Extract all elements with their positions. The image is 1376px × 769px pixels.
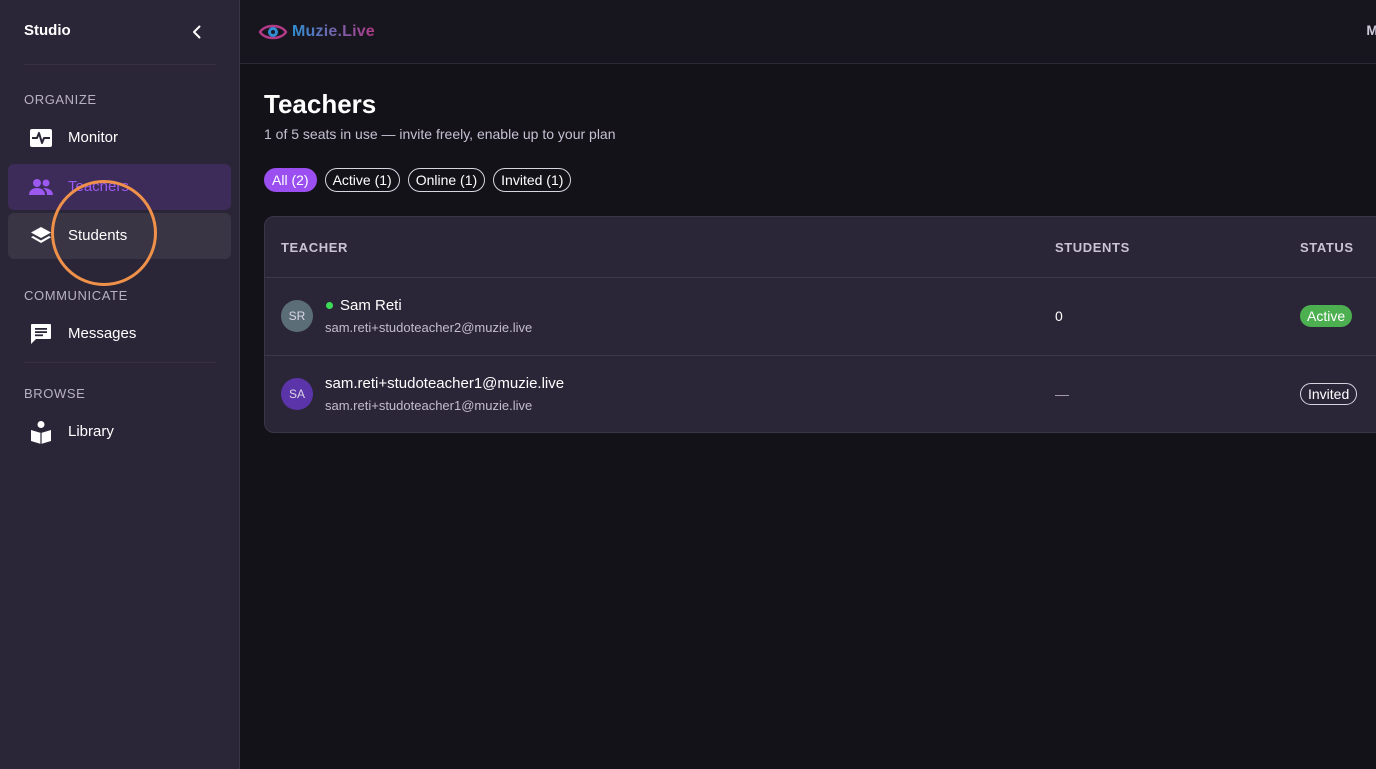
status-badge: Invited [1300,383,1358,405]
sidebar-header: Studio [0,0,239,64]
section-communicate: COMMUNICATE [24,288,128,303]
eye-logo-icon [258,24,288,40]
status-badge: Active [1300,305,1353,327]
sidebar-item-label: Messages [68,325,137,342]
sidebar-item-label: Monitor [68,129,119,146]
student-count: — [1055,386,1069,402]
layers-icon [28,224,54,248]
avatar: SA [281,378,313,410]
topbar-truncated-text: M [1366,22,1376,38]
teacher-name: sam.reti+studoteacher1@muzie.live [325,375,565,392]
online-status-dot [326,302,333,309]
section-organize: ORGANIZE [24,92,97,107]
avatar: SR [281,300,313,332]
collapse-sidebar-button[interactable] [186,20,208,44]
page-title: Teachers [264,89,377,119]
monitor-heartbeat-icon [28,126,54,150]
table-row[interactable]: SR Sam Reti sam.reti+studoteacher2@muzie… [265,278,1376,355]
filter-all[interactable]: All (2) [264,168,317,192]
divider [24,362,216,363]
sidebar-item-label: Library [68,423,114,440]
table-row[interactable]: SA sam.reti+studoteacher1@muzie.live sam… [265,356,1376,432]
teachers-table: TEACHER STUDENTS STATUS SR Sam Reti sam.… [264,216,1376,433]
chat-icon [28,322,54,346]
filter-invited[interactable]: Invited (1) [493,168,572,192]
column-header-students: STUDENTS [1055,240,1130,255]
sidebar-item-students[interactable]: Students [8,213,231,259]
student-count: 0 [1055,308,1063,324]
sidebar: Studio ORGANIZE Monitor Teachers Student… [0,0,240,769]
reader-book-icon [28,420,54,444]
top-bar: Muzie.Live M [240,0,1376,64]
page-subtitle: 1 of 5 seats in use — invite freely, ena… [264,126,616,142]
sidebar-item-library[interactable]: Library [8,409,231,455]
teacher-email: sam.reti+studoteacher2@muzie.live [325,320,533,335]
section-browse: BROWSE [24,386,86,401]
brand-name: Muzie.Live [292,23,375,40]
teacher-email: sam.reti+studoteacher1@muzie.live [325,398,533,413]
filter-chips: All (2) Active (1) Online (1) Invited (1… [264,168,572,192]
teacher-name: Sam Reti [340,297,402,314]
chevron-left-icon [193,25,201,39]
sidebar-item-label: Teachers [68,178,129,195]
people-icon [28,175,54,199]
sidebar-item-teachers[interactable]: Teachers [8,164,231,210]
filter-online[interactable]: Online (1) [407,168,486,192]
sidebar-item-label: Students [68,227,128,244]
brand-logo[interactable]: Muzie.Live [258,18,375,46]
sidebar-title: Studio [24,22,71,39]
filter-active[interactable]: Active (1) [324,168,400,192]
sidebar-item-monitor[interactable]: Monitor [8,115,231,161]
column-header-status: STATUS [1300,240,1354,255]
column-header-teacher: TEACHER [281,240,349,255]
divider [24,64,216,65]
sidebar-item-messages[interactable]: Messages [8,311,231,357]
